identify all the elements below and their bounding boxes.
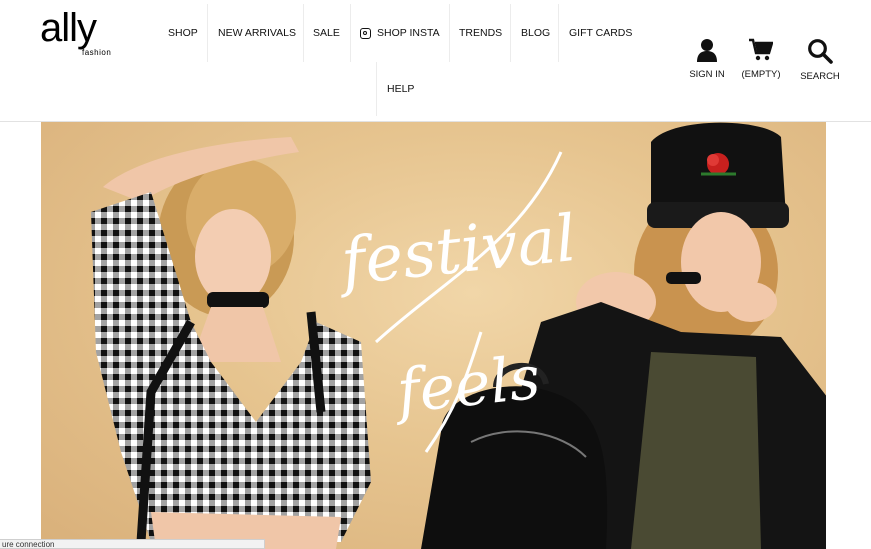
nav-blog[interactable]: BLOG [521, 4, 559, 62]
search-icon [808, 39, 833, 64]
search-button[interactable]: SEARCH [790, 38, 850, 82]
nav-shop-label: SHOP [168, 27, 198, 39]
nav-sale-label: SALE [313, 27, 340, 39]
nav-trends-label: TRENDS [459, 27, 503, 39]
nav-new-arrivals[interactable]: NEW ARRIVALS [218, 4, 304, 62]
logo-subtext: fashion [82, 48, 112, 57]
nav-shop[interactable]: SHOP [168, 4, 208, 62]
search-label: SEARCH [800, 71, 840, 82]
nav-help-label: HELP [387, 83, 415, 95]
nav-gift-cards-label: GIFT CARDS [569, 27, 633, 39]
instagram-icon [360, 27, 371, 39]
sign-in-label: SIGN IN [689, 69, 725, 80]
headline-flourish [374, 151, 563, 453]
nav-divider [376, 62, 378, 116]
nav-trends[interactable]: TRENDS [459, 4, 511, 62]
cart-button[interactable]: (EMPTY) [731, 38, 791, 80]
cart-icon [749, 38, 773, 61]
brand-logo[interactable]: ally fashion [40, 8, 130, 62]
nav-shop-insta-label: SHOP INSTA [377, 27, 440, 39]
headline-line-2: feels [393, 342, 544, 428]
logo-word: ally [40, 6, 97, 50]
hero-banner[interactable]: festival feels [41, 122, 826, 549]
site-header: ally fashion SHOP NEW ARRIVALS SALE SHOP… [0, 0, 871, 122]
status-text: ure connection [2, 540, 55, 549]
nav-blog-label: BLOG [521, 27, 551, 39]
nav-new-arrivals-label: NEW ARRIVALS [218, 27, 296, 39]
nav-shop-insta[interactable]: SHOP INSTA [360, 4, 450, 62]
nav-sale[interactable]: SALE [313, 4, 351, 62]
user-icon [697, 39, 717, 62]
sign-in-button[interactable]: SIGN IN [677, 38, 737, 80]
nav-gift-cards[interactable]: GIFT CARDS [569, 4, 639, 62]
browser-status-bar: ure connection [0, 539, 265, 549]
nav-help[interactable]: HELP [387, 60, 414, 118]
cart-label: (EMPTY) [741, 69, 781, 80]
